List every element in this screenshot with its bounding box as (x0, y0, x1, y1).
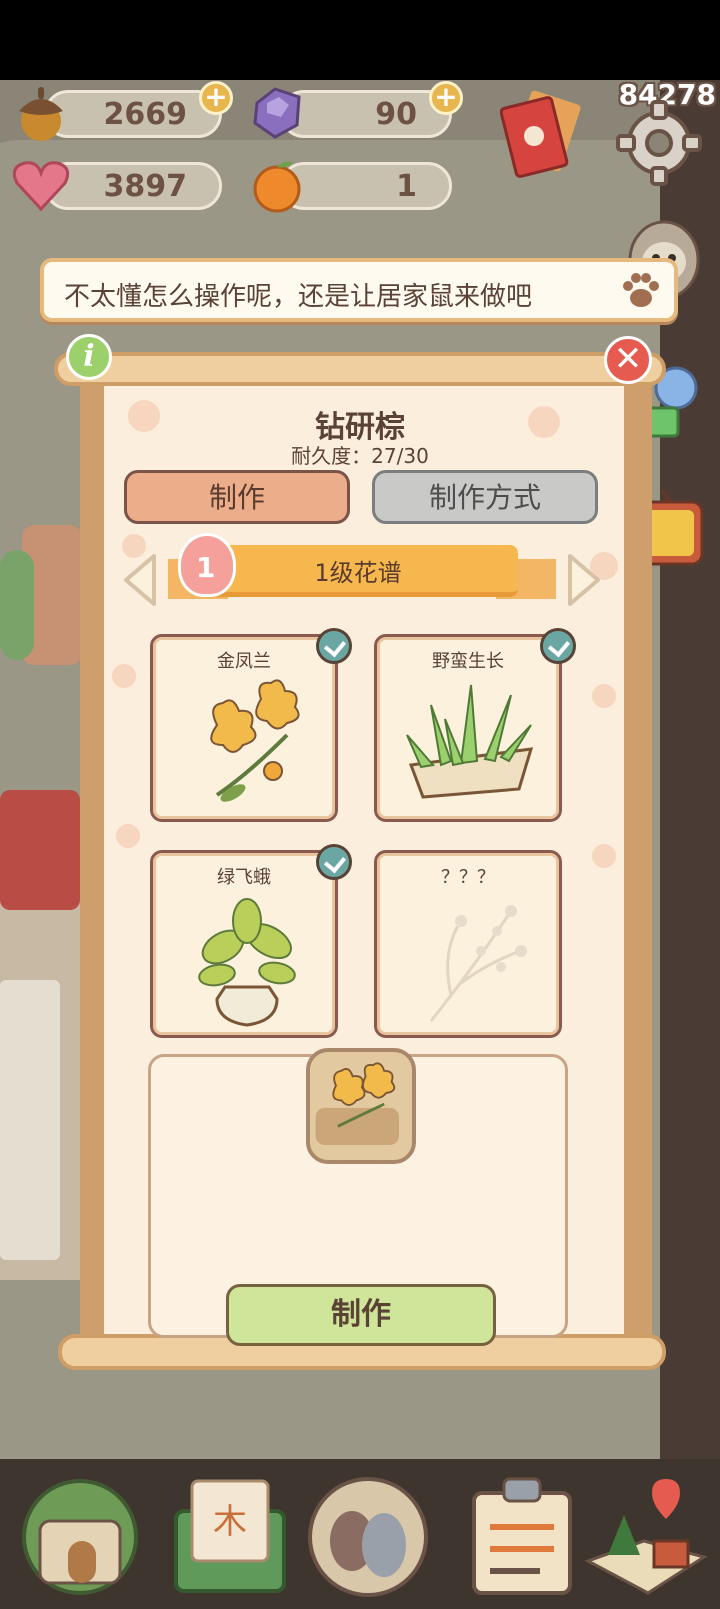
heart-counter: 3897 (12, 161, 222, 212)
golden-orchid-icon (210, 679, 300, 802)
acorn-value: 2669 (103, 97, 188, 132)
purple-gem-icon (253, 87, 301, 139)
prev-level-arrow-icon[interactable] (120, 552, 160, 608)
unlocked-check-icon (540, 628, 576, 664)
house-icon[interactable] (18, 1471, 142, 1597)
info-button[interactable]: i (66, 334, 112, 380)
tab-method[interactable]: 制作方式 (372, 470, 598, 524)
recipe-level-title: 1级花谱 (314, 559, 402, 587)
add-gems-button[interactable]: + (429, 81, 463, 115)
recipe-card[interactable]: 金凤兰 (150, 634, 338, 822)
hint-text: 不太懂怎么操作呢，还是让居家鼠来做吧 (64, 282, 533, 312)
scroll-rod-top (54, 352, 666, 386)
recipe-name: 金凤兰 (217, 651, 271, 672)
recipe-level-badge: 1 (196, 551, 216, 584)
wild-growth-plant-icon (406, 684, 534, 799)
settings-gear-icon[interactable] (614, 98, 704, 188)
recipe-card[interactable]: 野蛮生长 (374, 634, 562, 822)
recipe-level-ribbon: 1级花谱 1 (168, 533, 556, 607)
unlocked-check-icon (316, 844, 352, 880)
gem-counter: 90 + (253, 81, 463, 139)
green-moth-plant-icon (198, 898, 296, 1027)
golden-orchid-icon (315, 1062, 400, 1145)
eggs-icon[interactable] (306, 1471, 430, 1597)
paw-icon[interactable] (618, 268, 664, 314)
map-icon[interactable] (584, 1471, 708, 1597)
letters-icon[interactable] (500, 88, 586, 188)
recipe-card-locked[interactable]: ？？？ (374, 850, 562, 1038)
orange-value: 1 (396, 169, 417, 204)
locked-plant-silhouette-icon (429, 905, 527, 1022)
acorn-icon (19, 87, 63, 141)
next-level-arrow-icon[interactable] (564, 552, 604, 608)
recipe-name: ？？？ (441, 867, 495, 888)
acorn-counter: 2669 + (19, 81, 233, 141)
heart-icon (12, 161, 70, 212)
svg-text:木: 木 (213, 1502, 247, 1542)
gem-value: 90 (375, 97, 417, 132)
recipe-card[interactable]: 绿飞蛾 (150, 850, 338, 1038)
make-button[interactable]: 制作 (226, 1284, 496, 1346)
recipe-name: 野蛮生长 (432, 651, 504, 672)
orange-counter: 1 (253, 161, 452, 213)
recipe-name: 绿飞蛾 (217, 867, 271, 888)
orange-icon (253, 161, 301, 213)
crafting-basket (306, 1048, 416, 1164)
add-acorns-button[interactable]: + (199, 81, 233, 115)
durability-text: 耐久度：27/30 (291, 444, 429, 468)
status-bar (0, 0, 720, 80)
checklist-icon[interactable] (460, 1471, 584, 1597)
hint-banner[interactable]: 不太懂怎么操作呢，还是让居家鼠来做吧 (40, 258, 678, 322)
unlocked-check-icon (316, 628, 352, 664)
close-button[interactable]: ✕ (604, 336, 652, 384)
mail-icon[interactable]: 木 (168, 1471, 292, 1597)
tab-make[interactable]: 制作 (124, 470, 350, 524)
heart-value: 3897 (103, 169, 188, 204)
